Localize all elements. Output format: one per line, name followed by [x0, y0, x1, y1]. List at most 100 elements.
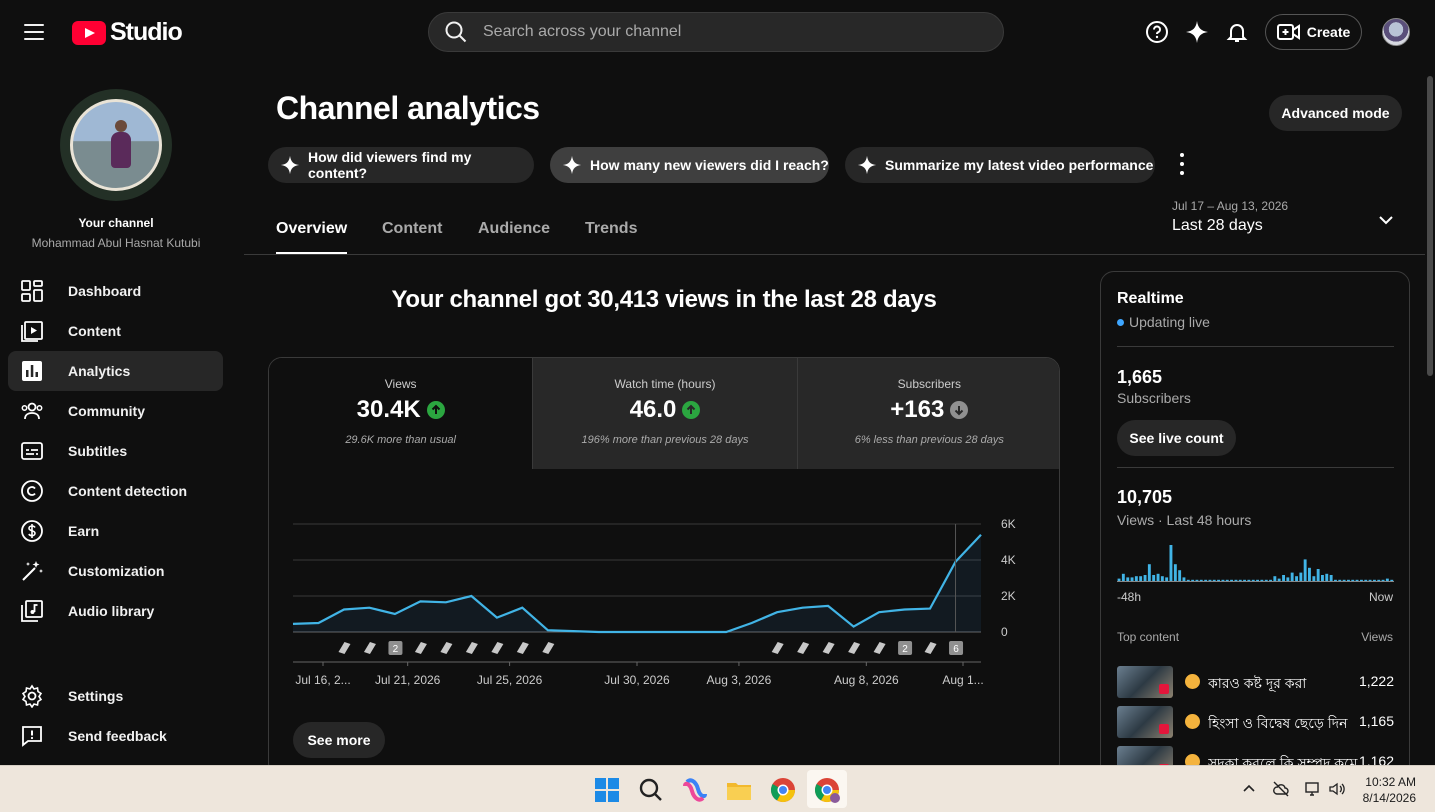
top-header: Studio Create — [0, 0, 1435, 64]
realtime-bar — [1321, 575, 1324, 581]
top-content-row[interactable]: কারও কষ্ট দূর করা 1,222 — [1117, 666, 1394, 700]
realtime-bar — [1299, 572, 1303, 581]
shorts-marker-icon — [797, 642, 810, 654]
search-input[interactable] — [483, 23, 963, 41]
scrollbar-thumb[interactable] — [1427, 76, 1433, 376]
realtime-bar — [1230, 579, 1233, 581]
account-avatar[interactable] — [1382, 18, 1410, 46]
realtime-bar — [1381, 579, 1385, 581]
realtime-bar — [1316, 569, 1320, 581]
shorts-marker-icon — [542, 642, 555, 654]
copilot-icon[interactable] — [681, 776, 709, 804]
realtime-bar — [1195, 579, 1199, 581]
realtime-bar — [1130, 577, 1134, 581]
metric-subscribers[interactable]: Subscribers +163 6% less than previous 2… — [796, 358, 1059, 469]
sidebar-item-settings[interactable]: Settings — [8, 676, 223, 716]
suggestion-chip-summarize[interactable]: Summarize my latest video performance — [845, 147, 1155, 183]
channel-avatar[interactable] — [60, 89, 172, 201]
sidebar-item-content-detection[interactable]: Content detection — [8, 471, 223, 511]
windows-start-icon[interactable] — [593, 776, 621, 804]
realtime-status-text: Updating live — [1129, 314, 1210, 330]
realtime-bar — [1264, 579, 1268, 581]
realtime-views-count: 10,705 — [1117, 487, 1173, 507]
metric-watch-time[interactable]: Watch time (hours) 46.0 196% more than p… — [532, 358, 797, 469]
os-taskbar: 10:32 AM 8/14/2026 — [0, 765, 1435, 812]
metric-value-row: +163 — [798, 396, 1059, 424]
realtime-bar — [1217, 579, 1220, 581]
video-thumbnail — [1117, 666, 1173, 698]
page-title: Channel analytics — [276, 90, 540, 126]
top-content-row[interactable]: হিংসা ও বিদ্বেষ ছেড়ে দিন 1,165 — [1117, 706, 1394, 740]
realtime-bar — [1182, 577, 1186, 581]
arrow-up-icon — [682, 401, 701, 419]
shorts-marker-icon — [363, 642, 376, 654]
chrome-icon[interactable] — [769, 776, 797, 804]
realtime-bar — [1312, 576, 1316, 581]
suggestion-chip-new-viewers[interactable]: How many new viewers did I reach? — [550, 147, 829, 183]
chevron-down-icon[interactable] — [1376, 210, 1396, 230]
system-clock[interactable]: 10:32 AM 8/14/2026 — [1356, 774, 1416, 806]
metric-name: Watch time (hours) — [614, 377, 716, 391]
metric-tabs: Views 30.4K 29.6K more than usual Watch … — [269, 358, 1059, 469]
help-icon[interactable] — [1145, 20, 1169, 44]
tab-overview[interactable]: Overview — [276, 220, 348, 254]
sidebar-item-earn[interactable]: Earn — [8, 511, 223, 551]
sidebar-item-analytics[interactable]: Analytics — [8, 351, 223, 391]
dollar-icon — [21, 520, 43, 542]
sidebar-item-customization[interactable]: Customization — [8, 551, 223, 591]
sparkle-icon[interactable] — [1185, 20, 1209, 44]
sidebar-item-audio-library[interactable]: Audio library — [8, 591, 223, 631]
x-tick-label: Jul 30, 2026 — [604, 673, 670, 687]
realtime-status: Updating live — [1117, 314, 1210, 330]
cloud-off-icon[interactable] — [1272, 780, 1290, 798]
realtime-bar — [1368, 579, 1372, 581]
video-group-count: 2 — [393, 644, 399, 655]
sidebar-item-send-feedback[interactable]: Send feedback — [8, 716, 223, 756]
divider — [1117, 467, 1394, 468]
realtime-bar — [1156, 573, 1160, 581]
realtime-bar — [1273, 576, 1277, 581]
realtime-bar — [1290, 572, 1294, 581]
youtube-studio-app: Studio Create Your channel Mohammad Abul… — [0, 0, 1435, 791]
metric-value-row: 46.0 — [533, 396, 796, 424]
sidebar-item-dashboard[interactable]: Dashboard — [8, 271, 223, 311]
realtime-bar — [1234, 579, 1238, 581]
divider — [1117, 346, 1394, 347]
y-tick-label: 6K — [1001, 517, 1016, 531]
realtime-bar — [1329, 575, 1333, 581]
tab-audience[interactable]: Audience — [478, 220, 550, 238]
page-scrollbar[interactable] — [1425, 64, 1435, 765]
search-icon[interactable] — [637, 776, 665, 804]
subscriber-count: 1,665 — [1117, 367, 1163, 387]
video-title: হিংসা ও বিদ্বেষ ছেড়ে দিন — [1208, 715, 1348, 731]
axis-label-end: Now — [1368, 590, 1393, 604]
chevron-up-icon[interactable] — [1240, 780, 1258, 798]
see-live-count-button[interactable]: See live count — [1117, 420, 1236, 456]
tab-trends[interactable]: Trends — [585, 220, 637, 238]
notifications-bell-icon[interactable] — [1225, 20, 1249, 44]
metric-views[interactable]: Views 30.4K 29.6K more than usual — [269, 358, 533, 469]
chrome-profile-icon[interactable] — [813, 776, 841, 804]
sidebar-item-community[interactable]: Community — [8, 391, 223, 431]
network-icon[interactable] — [1304, 780, 1322, 798]
create-button[interactable]: Create — [1265, 14, 1362, 50]
see-more-button[interactable]: See more — [293, 722, 385, 758]
overview-chart-card: Views 30.4K 29.6K more than usual Watch … — [268, 357, 1060, 777]
logo-text: Studio — [110, 18, 183, 46]
volume-icon[interactable] — [1328, 780, 1346, 798]
hamburger-menu-icon[interactable] — [18, 18, 50, 46]
suggestion-chip-viewers-find[interactable]: How did viewers find my content? — [268, 147, 534, 183]
date-range-picker[interactable]: Jul 17 – Aug 13, 2026 Last 28 days — [1172, 199, 1288, 235]
more-options-icon[interactable] — [1178, 153, 1186, 175]
tab-content[interactable]: Content — [382, 220, 442, 238]
studio-logo[interactable]: Studio — [72, 18, 183, 47]
sidebar-nav: Dashboard Content Analytics Community Su… — [8, 271, 223, 631]
realtime-bar — [1295, 576, 1298, 581]
sidebar-item-content[interactable]: Content — [8, 311, 223, 351]
file-explorer-icon[interactable] — [725, 776, 753, 804]
advanced-mode-button[interactable]: Advanced mode — [1269, 95, 1402, 131]
sidebar-item-subtitles[interactable]: Subtitles — [8, 431, 223, 471]
shorts-icon — [1159, 724, 1169, 734]
search-bar[interactable] — [428, 12, 1004, 52]
realtime-bar — [1303, 559, 1307, 581]
